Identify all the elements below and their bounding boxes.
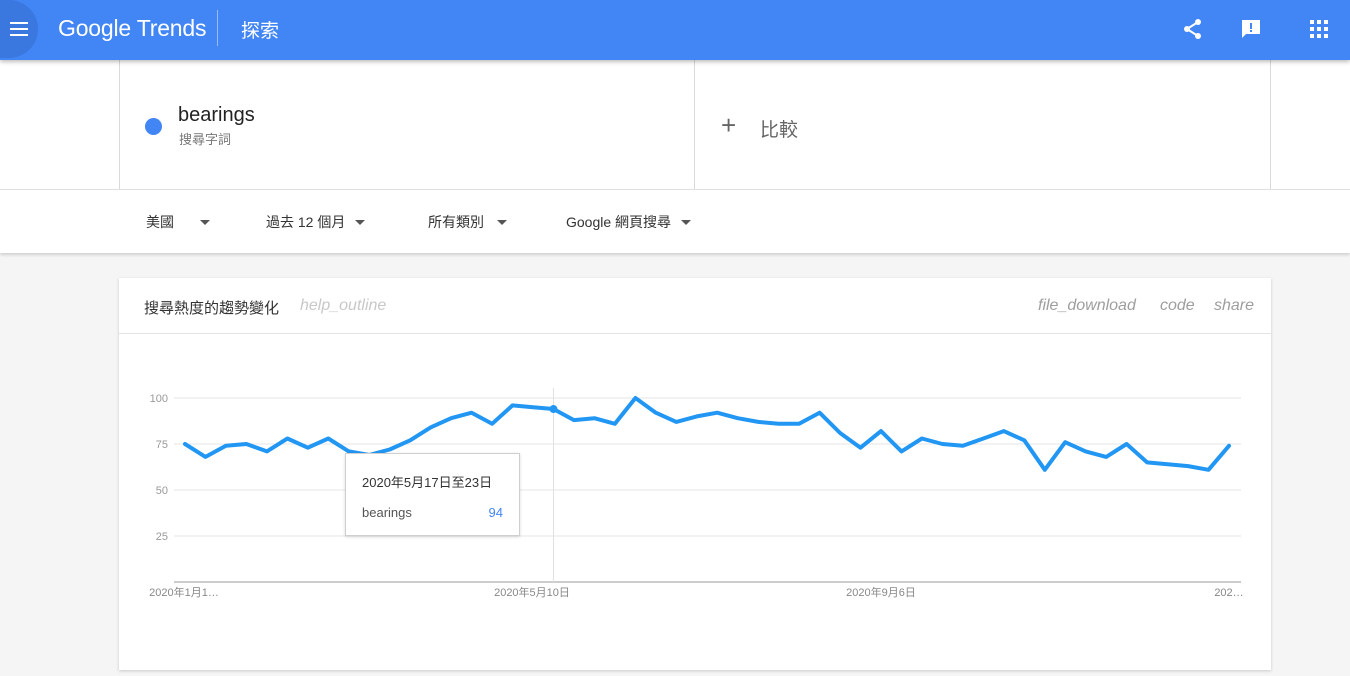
x-tick-label: 2020年9月6日 [846, 585, 916, 599]
top-app-bar: Google Trends 探索 [0, 0, 1350, 60]
y-tick-label: 75 [156, 439, 168, 451]
trend-line-chart[interactable]: 25 50 75 100 2020年1月1… 2020年5月10日 2020年9月6日 20… [119, 278, 1271, 670]
feedback-button[interactable] [1240, 18, 1262, 40]
term-card[interactable]: bearings 搜尋字詞 [119, 60, 695, 189]
filter-region-label: 美國 [146, 214, 174, 230]
filter-time-label: 過去 12 個月 [266, 214, 346, 230]
term-name[interactable]: bearings [178, 104, 255, 127]
header-divider [217, 10, 218, 46]
tooltip-date: 2020年5月17日至23日 [362, 475, 493, 490]
filter-region[interactable]: 美國 [146, 212, 210, 232]
filter-time-range[interactable]: 過去 12 個月 [266, 212, 366, 232]
share-icon [1184, 19, 1201, 39]
x-tick-label: 2020年1月1… [149, 585, 219, 599]
y-tick-label: 100 [150, 393, 168, 405]
menu-icon [10, 22, 28, 36]
y-tick-label: 25 [156, 531, 168, 543]
filter-search-type[interactable]: Google 網頁搜尋 [566, 212, 692, 232]
x-tick-label: 2020年5月10日 [494, 585, 570, 599]
tooltip-value: 94 [488, 505, 503, 520]
share-button[interactable] [1182, 18, 1204, 40]
y-tick-label: 50 [156, 485, 168, 497]
caret-down-icon [200, 219, 210, 225]
page-title: 探索 [241, 21, 280, 42]
hover-point [549, 405, 558, 414]
filter-category[interactable]: 所有類別 [428, 212, 507, 232]
feedback-icon [1242, 20, 1260, 38]
compare-label[interactable]: 比較 [760, 115, 798, 142]
caret-down-icon [681, 219, 692, 225]
compare-card[interactable]: + 比較 [695, 60, 1271, 189]
filters-bar: 美國 過去 12 個月 所有類別 Google 網頁搜尋 [0, 189, 1350, 253]
caret-down-icon [355, 219, 366, 225]
filter-search-type-label: Google 網頁搜尋 [566, 214, 672, 230]
term-type-label: 搜尋字詞 [179, 132, 232, 147]
term-color-dot [145, 118, 162, 135]
series-line-bearings [183, 396, 1231, 472]
chart-tooltip: 2020年5月17日至23日 bearings 94 [345, 453, 520, 536]
caret-down-icon [497, 219, 507, 225]
apps-icon [1310, 20, 1328, 38]
search-terms-bar: bearings 搜尋字詞 + 比較 [0, 60, 1350, 189]
interest-over-time-card: 搜尋熱度的趨勢變化 help_outline file_download cod… [119, 278, 1271, 670]
google-trends-logo[interactable]: Google Trends [58, 15, 206, 42]
plus-icon: + [721, 110, 737, 140]
apps-button[interactable] [1308, 18, 1330, 40]
tooltip-term: bearings [362, 505, 412, 520]
menu-button[interactable] [0, 0, 38, 58]
filter-category-label: 所有類別 [428, 214, 484, 230]
x-tick-label: 202… [1214, 587, 1243, 599]
